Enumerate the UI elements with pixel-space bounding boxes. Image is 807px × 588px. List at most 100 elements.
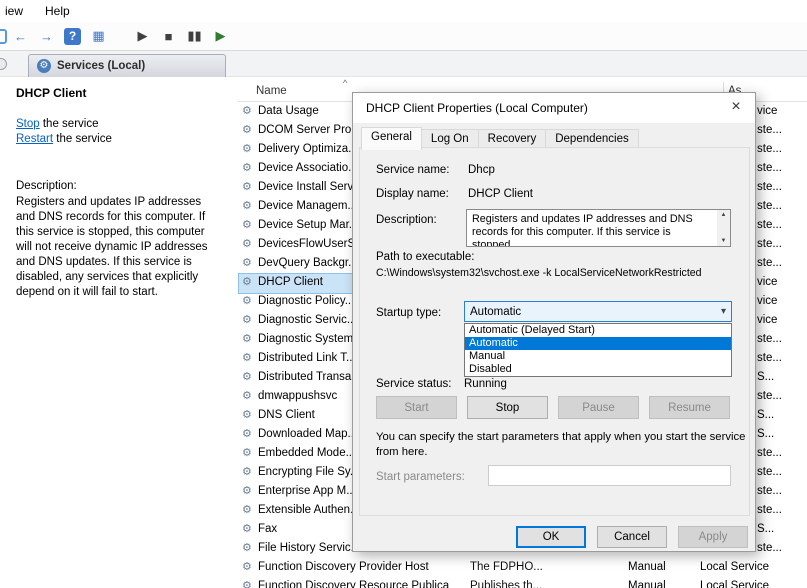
chevron-down-icon: ▾ — [721, 306, 726, 317]
start-button[interactable]: Start — [376, 396, 457, 419]
service-name: DHCP Client — [258, 276, 323, 289]
service-name: dmwappushsvc — [258, 390, 337, 403]
service-status-label: Service status: — [376, 378, 451, 390]
service-description-text: Registers and updates IP addresses and D… — [16, 195, 216, 300]
apply-button[interactable]: Apply — [678, 526, 748, 548]
service-name: DCOM Server Pro... — [258, 124, 361, 137]
display-name-value: DHCP Client — [468, 188, 533, 200]
service-logon-as-fragment: ste... — [757, 542, 782, 555]
option-disabled[interactable]: Disabled — [465, 363, 731, 376]
list-view-icon[interactable]: ▦ — [88, 26, 109, 47]
startup-type-value: Automatic — [470, 306, 521, 318]
service-gear-icon: ⚙ — [242, 466, 252, 479]
service-gear-icon: ⚙ — [242, 257, 252, 270]
option-automatic-delayed-start[interactable]: Automatic (Delayed Start) — [465, 324, 731, 337]
service-logon-as-fragment: ste... — [757, 466, 782, 479]
ok-button[interactable]: OK — [516, 526, 586, 548]
dialog-title-bar[interactable]: DHCP Client Properties (Local Computer) — [353, 93, 755, 123]
service-name: Device Install Serv... — [258, 181, 362, 194]
service-name: Device Associatio... — [258, 162, 358, 175]
service-logon-as-fragment: S... — [757, 523, 774, 536]
stop-button[interactable]: Stop — [467, 396, 548, 419]
service-name: Delivery Optimiza... — [258, 143, 358, 156]
service-logon-as-fragment: vice — [757, 295, 777, 308]
service-gear-icon: ⚙ — [242, 352, 252, 365]
extended-view-pane: DHCP Client Stop the service Restart the… — [16, 84, 232, 564]
scroll-up-icon[interactable]: ▲ — [721, 212, 727, 218]
description-scrollbar[interactable]: ▲ ▼ — [717, 210, 730, 246]
stop-service-link[interactable]: Stop — [16, 118, 40, 130]
service-gear-icon: ⚙ — [242, 162, 252, 175]
startup-type-combobox[interactable]: Automatic ▾ — [464, 301, 732, 322]
service-name: Distributed Transa... — [258, 371, 361, 384]
service-gear-icon: ⚙ — [242, 105, 252, 118]
service-gear-icon: ⚙ — [242, 561, 252, 574]
pause-service-icon[interactable]: ▮▮ — [184, 26, 205, 47]
export-list-icon[interactable]: → — [36, 26, 57, 47]
startup-type-label: Startup type: — [376, 307, 441, 319]
menu-view[interactable]: iew — [2, 3, 26, 19]
tab-general[interactable]: General — [361, 127, 422, 150]
service-gear-icon: ⚙ — [242, 124, 252, 137]
service-logon-as-fragment: S... — [757, 371, 774, 384]
resume-button[interactable]: Resume — [649, 396, 730, 419]
scroll-down-icon[interactable]: ▼ — [721, 238, 727, 244]
service-gear-icon: ⚙ — [242, 314, 252, 327]
back-icon[interactable]: ← — [10, 26, 31, 47]
services-icon: ⚙ — [37, 59, 51, 73]
dialog-description-label: Description: — [376, 214, 437, 226]
help-icon[interactable]: ? — [64, 28, 81, 45]
startup-type-dropdown: Automatic (Delayed Start)AutomaticManual… — [464, 323, 732, 377]
option-manual[interactable]: Manual — [465, 350, 731, 363]
service-row[interactable]: ⚙ Function Discovery Provider Host The F… — [238, 558, 807, 577]
restart-service-icon[interactable]: ▶ — [210, 26, 231, 47]
service-name: Device Setup Mar... — [258, 219, 358, 232]
service-startup-type-cell: Manual — [628, 580, 666, 588]
menu-help[interactable]: Help — [42, 3, 73, 19]
service-logon-as-fragment: vice — [757, 314, 777, 327]
service-startup-type-cell: Manual — [628, 561, 666, 574]
service-description-cell: The FDPHO... — [470, 561, 543, 574]
service-gear-icon: ⚙ — [242, 333, 252, 346]
clipped-toolbar-icon-fragment — [0, 29, 7, 44]
service-logon-as-cell: Local Service — [700, 580, 769, 588]
stop-service-icon[interactable]: ■ — [158, 26, 179, 47]
clipped-icon-fragment — [0, 58, 7, 70]
description-textbox[interactable]: Registers and updates IP addresses and D… — [466, 209, 731, 247]
service-name: DNS Client — [258, 409, 315, 422]
restart-service-link[interactable]: Restart — [16, 133, 53, 145]
tab-services-local-label: Services (Local) — [57, 60, 145, 72]
service-logon-as-fragment: ste... — [757, 504, 782, 517]
restart-service-suffix: the service — [53, 133, 112, 145]
close-icon[interactable]: × — [719, 94, 753, 120]
service-name: Diagnostic Policy... — [258, 295, 354, 308]
service-logon-as-fragment: ste... — [757, 124, 782, 137]
cancel-button[interactable]: Cancel — [597, 526, 667, 548]
option-automatic[interactable]: Automatic — [465, 337, 731, 350]
selected-service-title: DHCP Client — [16, 86, 86, 100]
path-to-executable-label: Path to executable: — [376, 251, 474, 263]
service-name: Extensible Authen... — [258, 504, 360, 517]
service-logon-as-fragment: ste... — [757, 390, 782, 403]
tab-services-local[interactable]: ⚙ Services (Local) — [28, 54, 226, 77]
description-label: Description: — [16, 180, 77, 192]
service-row[interactable]: ⚙ Function Discovery Resource Publica Pu… — [238, 577, 807, 588]
start-parameters-input[interactable] — [488, 465, 731, 486]
start-parameters-label: Start parameters: — [376, 471, 465, 483]
service-name: Function Discovery Resource Publica — [258, 580, 449, 588]
column-header-name[interactable]: Name — [256, 85, 287, 97]
display-name-label: Display name: — [376, 188, 449, 200]
service-logon-as-cell: Local Service — [700, 561, 769, 574]
pause-button[interactable]: Pause — [558, 396, 639, 419]
service-gear-icon: ⚙ — [242, 580, 252, 588]
service-name: Embedded Mode... — [258, 447, 355, 460]
service-gear-icon: ⚙ — [242, 523, 252, 536]
service-gear-icon: ⚙ — [242, 504, 252, 517]
service-gear-icon: ⚙ — [242, 428, 252, 441]
start-service-icon[interactable]: ▶ — [132, 26, 153, 47]
service-name: Function Discovery Provider Host — [258, 561, 429, 574]
service-logon-as-fragment: vice — [757, 276, 777, 289]
dhcp-properties-dialog: DHCP Client Properties (Local Computer) … — [352, 92, 756, 552]
service-gear-icon: ⚙ — [242, 390, 252, 403]
stop-service-line: Stop the service — [16, 118, 98, 130]
